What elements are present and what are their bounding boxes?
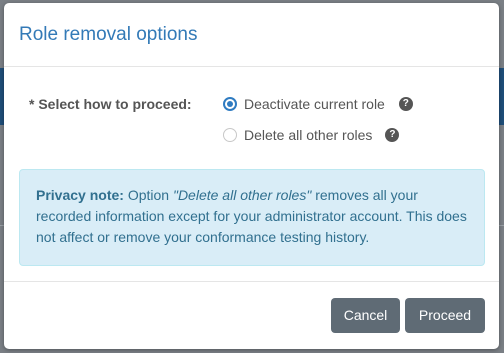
dialog-header: Role removal options: [4, 3, 499, 67]
question-circle-icon[interactable]: ?: [385, 128, 400, 142]
option-label-deactivate[interactable]: Deactivate current role: [244, 94, 385, 114]
privacy-note-heading: Privacy note:: [36, 187, 124, 203]
proceed-button[interactable]: Proceed: [405, 298, 485, 333]
role-removal-dialog: Role removal options * Select how to pro…: [4, 3, 499, 349]
option-delete-all-other-roles[interactable]: Delete all other roles ?: [223, 125, 400, 145]
cancel-button[interactable]: Cancel: [331, 298, 400, 333]
proceed-options-label: * Select how to proceed:: [29, 96, 192, 112]
dialog-title: Role removal options: [19, 24, 198, 45]
privacy-note-text-before: Option: [123, 187, 173, 203]
privacy-note-alert: Privacy note: Option "Delete all other r…: [19, 169, 485, 266]
question-circle-icon[interactable]: ?: [398, 97, 413, 111]
option-label-delete[interactable]: Delete all other roles: [244, 125, 372, 145]
option-deactivate-current-role[interactable]: Deactivate current role ?: [223, 94, 413, 114]
privacy-note-option-name: "Delete all other roles": [172, 187, 312, 203]
radio-deactivate-current-role[interactable]: [223, 97, 237, 111]
radio-delete-all-other-roles[interactable]: [223, 128, 237, 142]
dialog-footer: Cancel Proceed: [4, 282, 499, 348]
dialog-body: * Select how to proceed: Deactivate curr…: [4, 67, 499, 282]
